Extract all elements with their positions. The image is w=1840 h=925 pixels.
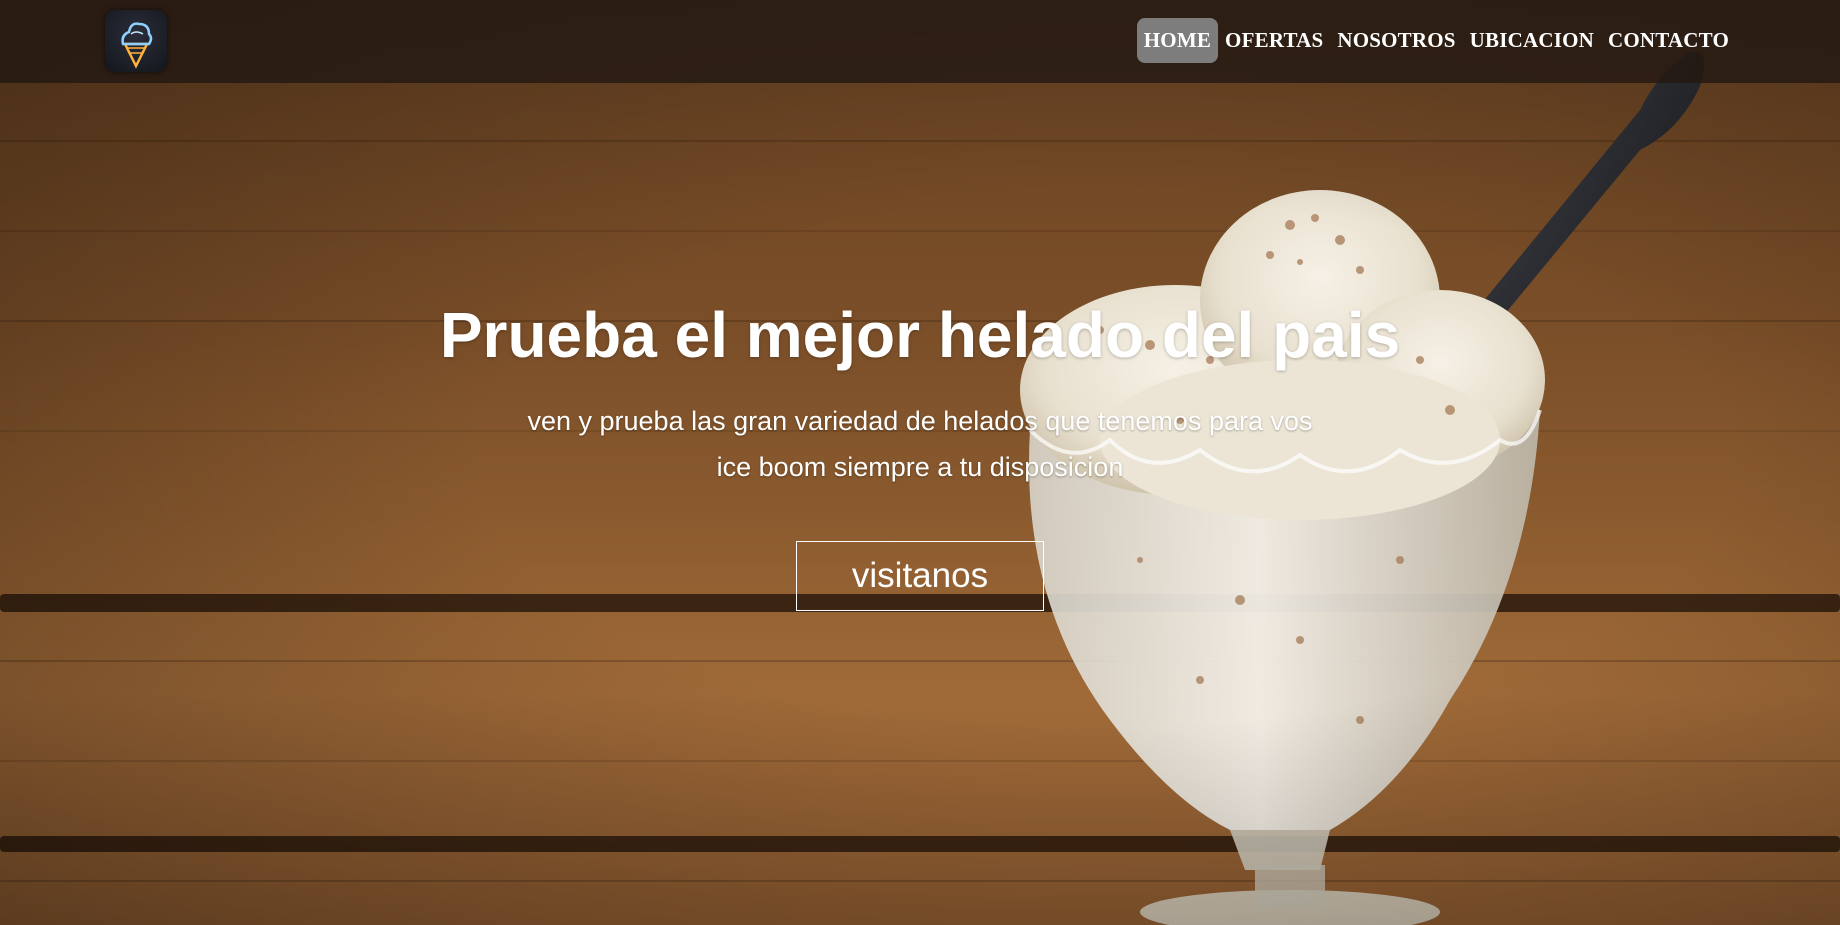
nav-ofertas[interactable]: OFERTAS — [1218, 18, 1330, 63]
nav-contacto[interactable]: CONTACTO — [1601, 18, 1736, 63]
hero-subtitle-line-2: ice boom siempre a tu disposicion — [716, 452, 1124, 482]
hero-title: Prueba el mejor helado del pais — [439, 299, 1401, 371]
main-navigation: HOME OFERTAS NOSOTROS UBICACION CONTACTO — [1136, 18, 1736, 63]
top-navbar: HOME OFERTAS NOSOTROS UBICACION CONTACTO — [0, 0, 1840, 83]
nav-home[interactable]: HOME — [1136, 18, 1219, 63]
visit-us-button[interactable]: visitanos — [796, 541, 1044, 611]
ice-cream-cone-icon[interactable] — [105, 10, 167, 72]
nav-ubicacion[interactable]: UBICACION — [1463, 18, 1601, 63]
nav-nosotros[interactable]: NOSOTROS — [1330, 18, 1462, 63]
hero-subtitle-line-1: ven y prueba las gran variedad de helado… — [527, 406, 1313, 436]
